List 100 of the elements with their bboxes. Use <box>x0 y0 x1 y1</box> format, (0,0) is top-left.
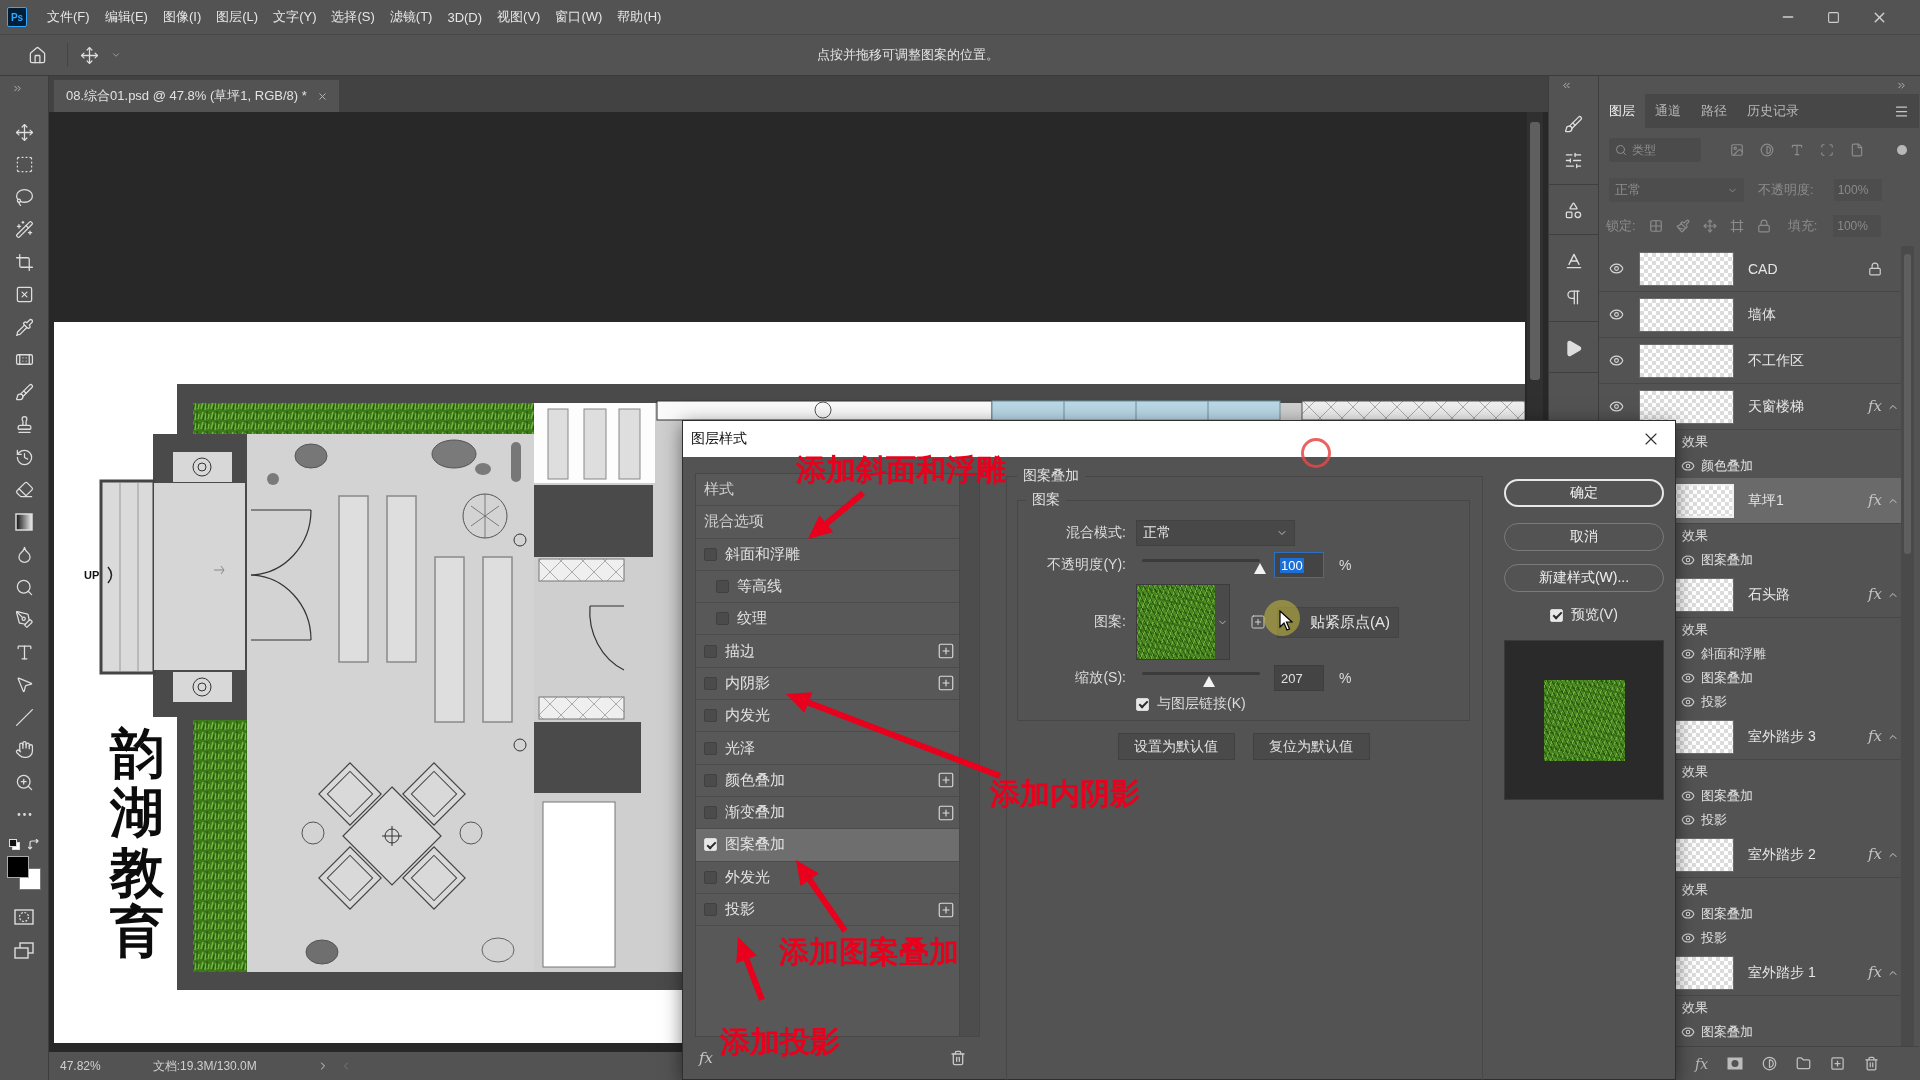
color-swatches-icon[interactable] <box>7 856 41 890</box>
vertical-scrollbar[interactable] <box>1901 246 1914 1046</box>
style-list-item[interactable]: 图案叠加 <box>696 829 959 862</box>
effect-name[interactable]: 斜面和浮雕 <box>1701 645 1766 663</box>
toggle-dot-icon[interactable] <box>1897 145 1907 155</box>
checkbox[interactable] <box>704 676 717 690</box>
style-list-item[interactable]: 投影 <box>696 893 959 927</box>
menu-item[interactable]: 视图(V) <box>497 8 541 26</box>
pen-icon[interactable] <box>14 610 34 630</box>
menu-item[interactable]: 文件(F) <box>47 8 90 26</box>
quick-mask-icon[interactable] <box>14 909 34 925</box>
zoom-icon[interactable] <box>14 772 34 792</box>
effect-name[interactable]: 图案叠加 <box>1701 905 1753 923</box>
eye-icon[interactable] <box>1608 399 1624 414</box>
marquee-icon[interactable] <box>14 155 34 175</box>
eraser-icon[interactable] <box>14 480 34 500</box>
value-field[interactable]: 100 <box>1274 552 1324 578</box>
checkbox[interactable] <box>704 709 717 723</box>
eye-icon[interactable] <box>1681 907 1695 921</box>
move-icon[interactable] <box>80 45 99 65</box>
checkbox[interactable] <box>704 547 717 561</box>
plus-square-icon[interactable] <box>937 642 955 661</box>
menu-item[interactable]: 图像(I) <box>162 8 202 26</box>
brush-icon[interactable] <box>1564 114 1583 134</box>
fx-button[interactable]: fx <box>699 1050 713 1066</box>
effect-name[interactable]: 图案叠加 <box>1701 551 1753 569</box>
style-list-item[interactable]: 纹理 <box>696 603 959 636</box>
swap-arrows-icon[interactable] <box>28 838 39 850</box>
layer-row[interactable]: 不工作区 <box>1599 338 1901 384</box>
menu-item[interactable]: 滤镜(T) <box>389 8 433 26</box>
layer-row[interactable]: 墙体 <box>1599 292 1901 338</box>
eyedropper-icon[interactable] <box>14 317 34 337</box>
play-icon[interactable] <box>1564 338 1583 358</box>
screen-mode-icon[interactable] <box>14 941 34 959</box>
eye-icon[interactable] <box>1681 1025 1695 1039</box>
scrollbar-thumb[interactable] <box>1530 122 1540 380</box>
checkbox[interactable] <box>704 806 717 820</box>
eye-icon[interactable] <box>1681 671 1695 685</box>
eye-icon[interactable] <box>1681 695 1695 709</box>
style-list-item[interactable]: 颜色叠加 <box>696 764 959 797</box>
plus-square-icon[interactable] <box>937 900 955 919</box>
menu-item[interactable]: 窗口(W) <box>555 8 603 26</box>
checkbox[interactable] <box>704 773 717 787</box>
eye-icon[interactable] <box>1608 353 1624 368</box>
menu-item[interactable]: 图层(L) <box>216 8 259 26</box>
fx-button[interactable]: fx <box>1695 1056 1709 1071</box>
value-field[interactable]: 207 <box>1274 665 1324 691</box>
checkbox[interactable] <box>704 644 717 658</box>
plus-square-icon[interactable] <box>1250 614 1266 630</box>
panel-tab[interactable]: 路径 <box>1691 94 1737 128</box>
eye-icon[interactable] <box>1681 931 1695 945</box>
app-logo[interactable]: Ps <box>7 7 27 27</box>
crop-icon[interactable] <box>14 252 34 272</box>
menu-item[interactable]: 文字(Y) <box>273 8 317 26</box>
wand-icon[interactable] <box>14 220 34 240</box>
plus-square-icon[interactable] <box>1830 1056 1846 1071</box>
style-list-item[interactable]: 描边 <box>696 635 959 668</box>
eye-icon[interactable] <box>1608 261 1624 276</box>
mask-icon[interactable] <box>1727 1057 1744 1070</box>
effect-name[interactable]: 图案叠加 <box>1701 787 1753 805</box>
default-colors-icon[interactable] <box>9 838 20 850</box>
plus-square-icon[interactable] <box>937 771 955 790</box>
lasso-icon[interactable] <box>14 187 34 207</box>
trash-icon[interactable] <box>1864 1056 1880 1071</box>
pattern-picker[interactable] <box>1136 584 1230 660</box>
effect-name[interactable]: 图案叠加 <box>1701 669 1753 687</box>
eye-icon[interactable] <box>1681 647 1695 661</box>
style-list-item[interactable]: 光泽 <box>696 732 959 765</box>
eye-icon[interactable] <box>1608 307 1624 322</box>
style-list-item[interactable]: 等高线 <box>696 570 959 604</box>
checkbox[interactable] <box>716 580 729 594</box>
contrast-icon[interactable] <box>1762 1056 1778 1071</box>
menu-icon[interactable] <box>1894 103 1909 119</box>
panel-tab[interactable]: 通道 <box>1645 94 1691 128</box>
history-icon[interactable] <box>14 447 34 467</box>
plus-square-icon[interactable] <box>937 674 955 693</box>
shapes-icon[interactable] <box>1564 200 1583 220</box>
document-tab[interactable]: 08.综合01.psd @ 47.8% (草坪1, RGB/8) * <box>54 80 339 112</box>
eye-icon[interactable] <box>1681 459 1695 473</box>
hand-icon[interactable] <box>14 740 34 760</box>
menu-item[interactable]: 编辑(E) <box>104 8 148 26</box>
checkerboard-icon[interactable] <box>1648 219 1663 233</box>
checkbox[interactable] <box>704 741 717 755</box>
checkbox[interactable] <box>704 870 717 884</box>
style-list-item[interactable]: 斜面和浮雕 <box>696 538 959 571</box>
magnifier-icon[interactable] <box>14 577 34 597</box>
frame-icon[interactable] <box>14 285 34 305</box>
set-default-button[interactable]: 设置为默认值 <box>1117 733 1235 760</box>
layer-row[interactable]: CAD <box>1599 246 1901 292</box>
blend-mode-select[interactable]: 正常 <box>1136 520 1295 546</box>
effect-name[interactable]: 颜色叠加 <box>1701 457 1753 475</box>
menu-item[interactable]: 选择(S) <box>331 8 375 26</box>
menu-item[interactable]: 3D(D) <box>447 9 483 25</box>
effect-name[interactable]: 投影 <box>1701 811 1727 829</box>
plus-square-icon[interactable] <box>937 803 955 822</box>
panel-tab[interactable]: 图层 <box>1599 94 1645 128</box>
checkbox[interactable] <box>704 903 717 916</box>
line-icon[interactable] <box>14 707 34 727</box>
move-icon[interactable] <box>14 122 34 142</box>
reset-default-button[interactable]: 复位为默认值 <box>1252 733 1370 760</box>
